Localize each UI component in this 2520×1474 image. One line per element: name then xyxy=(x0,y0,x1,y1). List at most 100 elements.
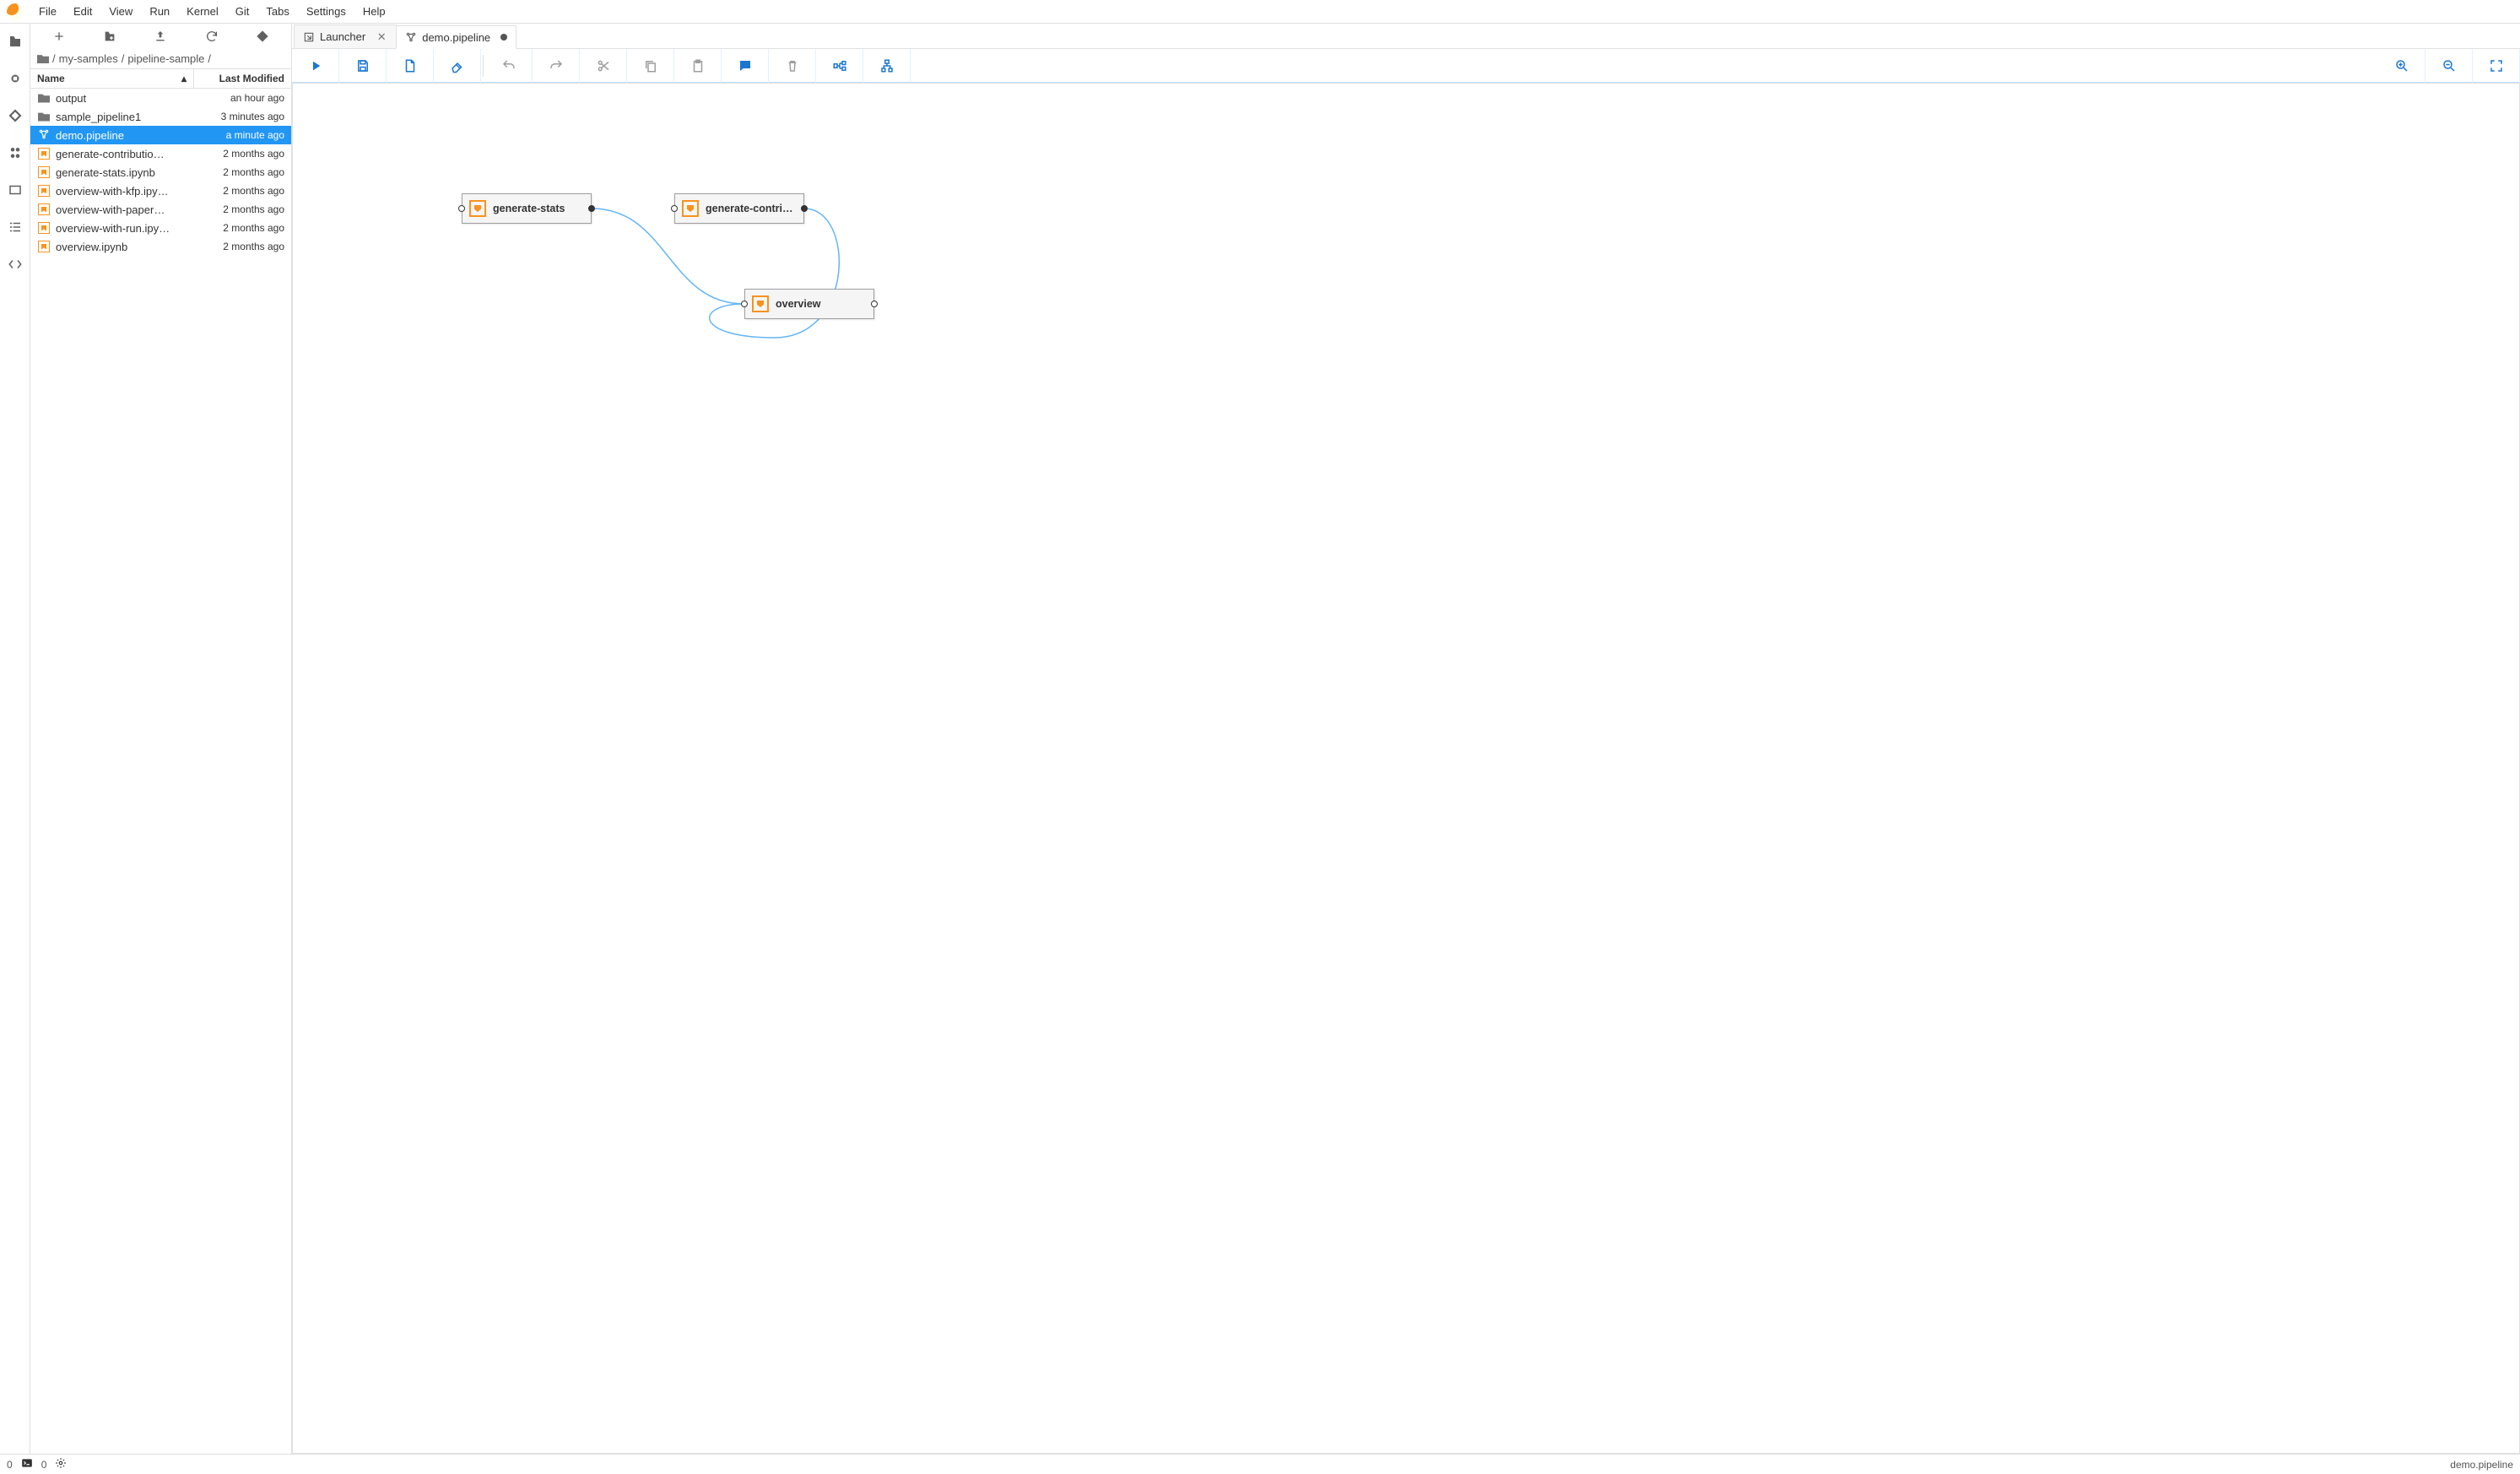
col-name-label: Name xyxy=(37,73,65,84)
file-name: overview-with-kfp.ipy… xyxy=(56,185,192,198)
status-running-count[interactable]: 0 xyxy=(7,1459,13,1471)
zoom-in-button[interactable] xyxy=(2378,49,2425,83)
file-modified: 2 months ago xyxy=(192,166,284,178)
menu-edit[interactable]: Edit xyxy=(65,2,100,21)
notebook-icon xyxy=(37,240,51,253)
files-tab-icon[interactable] xyxy=(6,32,24,51)
terminal-icon[interactable] xyxy=(21,1457,33,1471)
menu-tabs[interactable]: Tabs xyxy=(257,2,297,21)
editor-area: Launcher✕demo.pipeline generate-sta xyxy=(292,24,2520,1454)
file-row[interactable]: overview.ipynb2 months ago xyxy=(30,237,291,256)
output-port[interactable] xyxy=(588,205,595,212)
node-label: generate-stats xyxy=(493,203,565,214)
add-comment-button[interactable] xyxy=(722,49,769,83)
cut-button[interactable] xyxy=(580,49,627,83)
redo-button[interactable] xyxy=(533,49,580,83)
tab-label: demo.pipeline xyxy=(422,31,490,44)
file-modified: 2 months ago xyxy=(192,148,284,160)
tab-bar: Launcher ✕ demo.pipeline xyxy=(292,24,2520,49)
breadcrumb-folder[interactable]: my-samples xyxy=(59,52,118,65)
file-row[interactable]: demo.pipelinea minute ago xyxy=(30,126,291,144)
export-pipeline-button[interactable] xyxy=(387,49,434,83)
zoom-fit-button[interactable] xyxy=(2473,49,2520,83)
notebook-icon xyxy=(469,200,486,217)
commands-tab-icon[interactable] xyxy=(6,144,24,162)
tab-demo-pipeline[interactable]: demo.pipeline xyxy=(396,25,516,49)
file-modified: 2 months ago xyxy=(192,185,284,197)
pipeline-node[interactable]: overview xyxy=(744,289,874,319)
new-launcher-button[interactable] xyxy=(51,28,68,45)
status-file-label[interactable]: demo.pipeline xyxy=(2450,1459,2513,1471)
arrange-vertical-button[interactable] xyxy=(863,49,911,83)
copy-button[interactable] xyxy=(627,49,674,83)
status-terminal-count[interactable]: 0 xyxy=(41,1459,47,1471)
toc-tab-icon[interactable] xyxy=(6,218,24,236)
menu-run[interactable]: Run xyxy=(141,2,178,21)
tab-label: Launcher xyxy=(320,30,365,43)
undo-button[interactable] xyxy=(485,49,533,83)
zoom-out-button[interactable] xyxy=(2425,49,2473,83)
toolbar-separator xyxy=(483,55,484,77)
launcher-icon xyxy=(303,31,315,43)
notebook-icon xyxy=(37,165,51,179)
menu-bar: FileEditViewRunKernelGitTabsSettingsHelp xyxy=(0,0,2520,24)
file-name: demo.pipeline xyxy=(56,129,192,142)
arrange-horizontal-button[interactable] xyxy=(816,49,863,83)
output-port[interactable] xyxy=(871,301,878,307)
breadcrumb-folder[interactable]: pipeline-sample xyxy=(127,52,204,65)
file-browser: / my-samples / pipeline-sample / Name ▴ … xyxy=(30,24,292,1454)
file-name: overview.ipynb xyxy=(56,241,192,253)
notebook-icon xyxy=(682,200,699,217)
menu-help[interactable]: Help xyxy=(354,2,394,21)
pipeline-canvas[interactable]: generate-stats generate-contri… overview xyxy=(292,83,2520,1454)
tabs-tab-icon[interactable] xyxy=(6,181,24,199)
file-row[interactable]: generate-stats.ipynb2 months ago xyxy=(30,163,291,182)
snippets-tab-icon[interactable] xyxy=(6,255,24,274)
input-port[interactable] xyxy=(458,205,465,212)
delete-button[interactable] xyxy=(769,49,816,83)
close-icon[interactable]: ✕ xyxy=(376,31,387,43)
file-row[interactable]: overview-with-run.ipy…2 months ago xyxy=(30,219,291,237)
pipeline-node[interactable]: generate-contri… xyxy=(674,193,804,224)
pipeline-icon xyxy=(405,31,417,43)
file-name: output xyxy=(56,92,192,105)
status-bar: 0 0 demo.pipeline xyxy=(0,1454,2520,1474)
refresh-button[interactable] xyxy=(203,28,220,45)
menu-view[interactable]: View xyxy=(100,2,141,21)
git-tab-icon[interactable] xyxy=(6,106,24,125)
file-row[interactable]: overview-with-paper…2 months ago xyxy=(30,200,291,219)
menu-git[interactable]: Git xyxy=(227,2,258,21)
git-clone-button[interactable] xyxy=(254,28,271,45)
running-tab-icon[interactable] xyxy=(6,69,24,88)
file-row[interactable]: overview-with-kfp.ipy…2 months ago xyxy=(30,182,291,200)
file-row[interactable]: sample_pipeline13 minutes ago xyxy=(30,107,291,126)
tab-launcher[interactable]: Launcher ✕ xyxy=(294,24,397,48)
clear-pipeline-button[interactable] xyxy=(434,49,481,83)
breadcrumb[interactable]: / my-samples / pipeline-sample / xyxy=(30,49,291,68)
col-name-header[interactable]: Name ▴ xyxy=(30,69,194,88)
notebook-icon xyxy=(37,203,51,216)
col-modified-header[interactable]: Last Modified xyxy=(194,69,291,88)
file-name: generate-stats.ipynb xyxy=(56,166,192,179)
menu-kernel[interactable]: Kernel xyxy=(178,2,227,21)
input-port[interactable] xyxy=(741,301,748,307)
input-port[interactable] xyxy=(671,205,678,212)
run-pipeline-button[interactable] xyxy=(292,49,339,83)
pipeline-node[interactable]: generate-stats xyxy=(462,193,592,224)
save-pipeline-button[interactable] xyxy=(339,49,387,83)
output-port[interactable] xyxy=(801,205,808,212)
notebook-icon xyxy=(37,221,51,235)
file-browser-toolbar xyxy=(30,24,291,49)
menu-file[interactable]: File xyxy=(30,2,65,21)
kernel-status-icon[interactable] xyxy=(55,1457,67,1471)
notebook-icon xyxy=(37,147,51,160)
file-row[interactable]: outputan hour ago xyxy=(30,89,291,107)
upload-button[interactable] xyxy=(152,28,169,45)
file-name: overview-with-paper… xyxy=(56,203,192,216)
paste-button[interactable] xyxy=(674,49,722,83)
new-folder-button[interactable] xyxy=(101,28,118,45)
file-modified: 2 months ago xyxy=(192,203,284,215)
pipeline-icon xyxy=(37,128,51,142)
menu-settings[interactable]: Settings xyxy=(298,2,354,21)
file-row[interactable]: generate-contributio…2 months ago xyxy=(30,144,291,163)
